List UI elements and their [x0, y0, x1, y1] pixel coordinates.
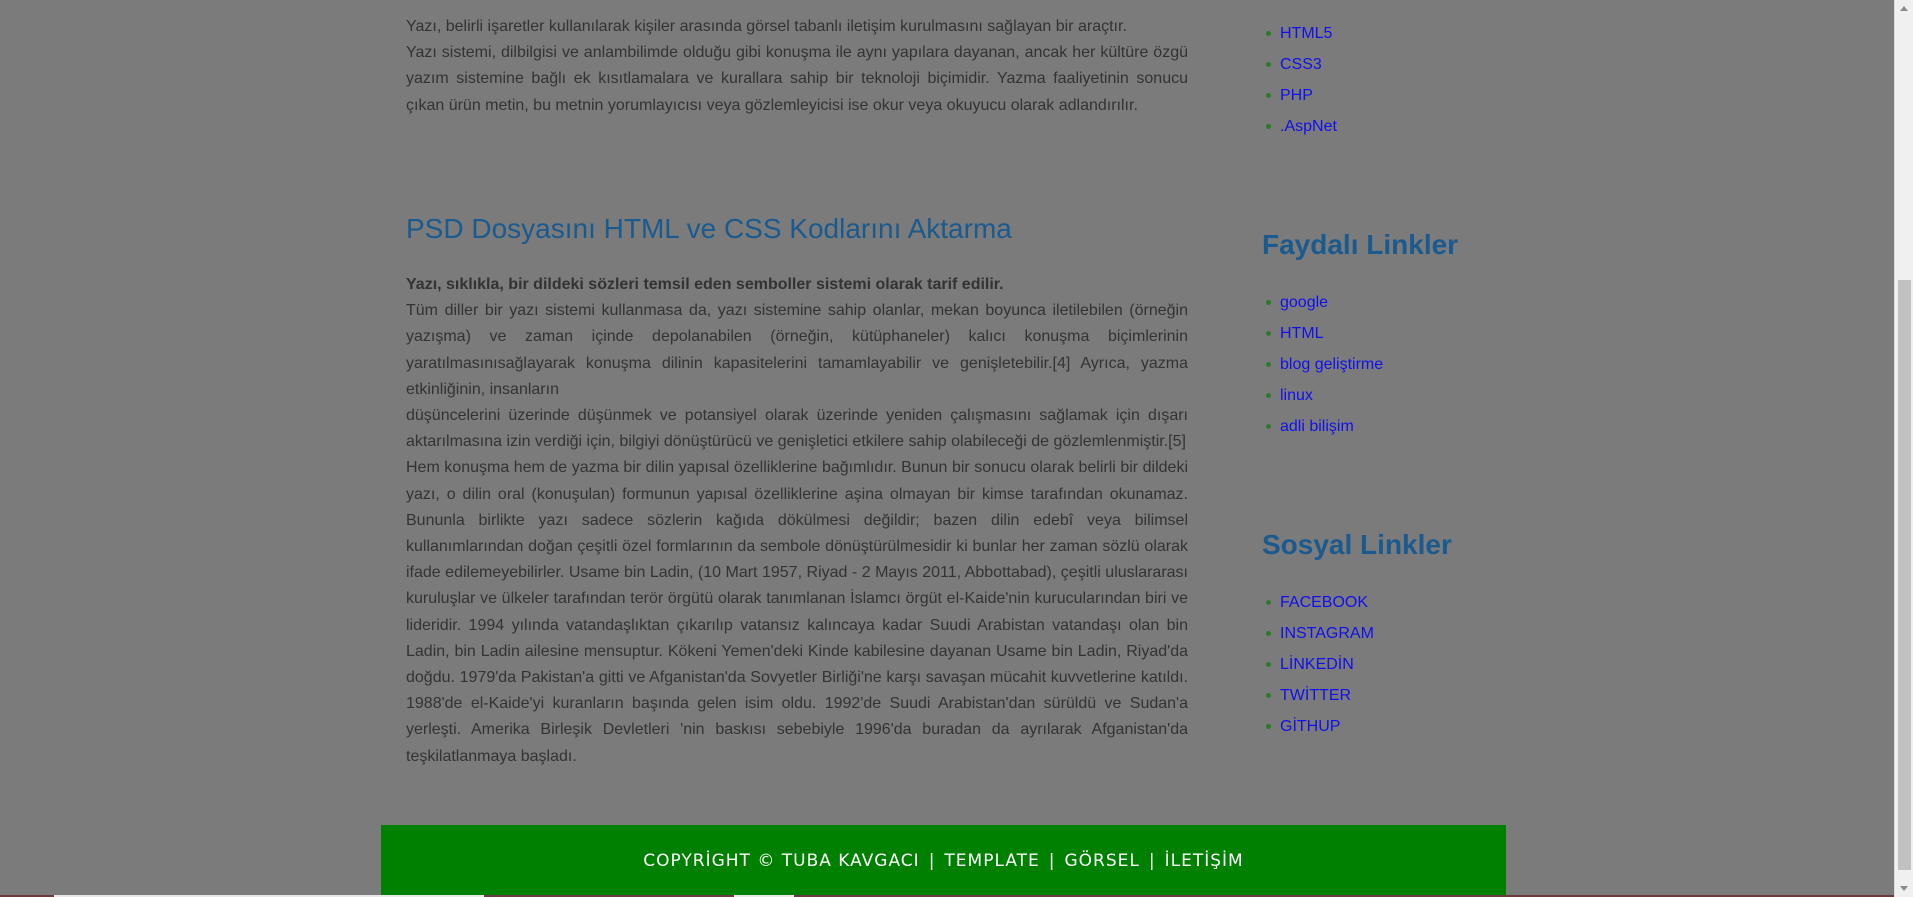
list-item: LİNKEDİN — [1262, 649, 1374, 680]
bullet-icon — [1266, 124, 1271, 129]
list-item: PHP — [1262, 80, 1337, 111]
useful-link-adli-bilisim[interactable]: adli bilişim — [1280, 418, 1354, 435]
footer-separator: | — [1148, 851, 1156, 871]
bullet-icon — [1266, 31, 1271, 36]
topic-links-list: HTML5 CSS3 PHP .AspNet — [1262, 18, 1337, 142]
list-item: google — [1262, 287, 1383, 318]
footer-link-iletisim[interactable]: İLETİŞİM — [1165, 851, 1244, 871]
list-item: adli bilişim — [1262, 411, 1383, 442]
social-link-github[interactable]: GİTHUP — [1280, 718, 1340, 735]
bullet-icon — [1266, 600, 1271, 605]
list-item: INSTAGRAM — [1262, 618, 1374, 649]
social-links-list: FACEBOOK INSTAGRAM LİNKEDİN TWİTTER GİTH… — [1262, 587, 1374, 742]
social-link-instagram[interactable]: INSTAGRAM — [1280, 625, 1374, 642]
bullet-icon — [1266, 300, 1271, 305]
article-paragraph: Hem konuşma hem de yazma bir dilin yapıs… — [406, 459, 1188, 765]
bullet-icon — [1266, 62, 1271, 67]
scroll-up-arrow-icon[interactable] — [1900, 6, 1908, 11]
list-item: GİTHUP — [1262, 711, 1374, 742]
topic-link-css3[interactable]: CSS3 — [1280, 56, 1322, 73]
bullet-icon — [1266, 393, 1271, 398]
social-link-facebook[interactable]: FACEBOOK — [1280, 594, 1368, 611]
scroll-down-arrow-icon[interactable] — [1900, 886, 1908, 891]
vertical-scrollbar[interactable] — [1894, 0, 1913, 897]
social-link-linkedin[interactable]: LİNKEDİN — [1280, 656, 1354, 673]
bullet-icon — [1266, 662, 1271, 667]
useful-link-linux[interactable]: linux — [1280, 387, 1313, 404]
social-links-heading: Sosyal Linkler — [1262, 529, 1452, 560]
scroll-thumb[interactable] — [1898, 280, 1911, 870]
article-paragraph: Tüm diller bir yazı sistemi kullanmasa d… — [406, 302, 1188, 398]
list-item: HTML — [1262, 318, 1383, 349]
social-link-twitter[interactable]: TWİTTER — [1280, 687, 1351, 704]
article-body: Yazı, sıklıkla, bir dildeki sözleri tems… — [406, 272, 1188, 770]
article-lead: Yazı, sıklıkla, bir dildeki sözleri tems… — [406, 276, 1004, 293]
useful-link-google[interactable]: google — [1280, 294, 1328, 311]
bullet-icon — [1266, 362, 1271, 367]
bullet-icon — [1266, 331, 1271, 336]
footer-link-template[interactable]: TEMPLATE — [944, 851, 1039, 871]
list-item: blog geliştirme — [1262, 349, 1383, 380]
intro-paragraph: Yazı, belirli işaretler kullanılarak kiş… — [406, 18, 1127, 35]
topic-link-html5[interactable]: HTML5 — [1280, 25, 1332, 42]
list-item: FACEBOOK — [1262, 587, 1374, 618]
article-paragraph: düşüncelerini üzerinde düşünmek ve potan… — [406, 407, 1188, 451]
footer-link-gorsel[interactable]: GÖRSEL — [1065, 851, 1140, 871]
list-item: CSS3 — [1262, 49, 1337, 80]
bullet-icon — [1266, 724, 1271, 729]
bullet-icon — [1266, 693, 1271, 698]
useful-link-blog[interactable]: blog geliştirme — [1280, 356, 1383, 373]
bullet-icon — [1266, 93, 1271, 98]
useful-link-html[interactable]: HTML — [1280, 325, 1324, 342]
list-item: .AspNet — [1262, 111, 1337, 142]
bullet-icon — [1266, 424, 1271, 429]
topic-link-php[interactable]: PHP — [1280, 87, 1313, 104]
list-item: HTML5 — [1262, 18, 1337, 49]
footer-separator: | — [928, 851, 936, 871]
list-item: TWİTTER — [1262, 680, 1374, 711]
useful-links-heading: Faydalı Linkler — [1262, 229, 1459, 260]
article-title: PSD Dosyasını HTML ve CSS Kodlarını Akta… — [406, 213, 1012, 244]
useful-links-list: google HTML blog geliştirme linux adli b… — [1262, 287, 1383, 442]
list-item: linux — [1262, 380, 1383, 411]
topic-link-aspnet[interactable]: .AspNet — [1280, 118, 1337, 135]
footer: COPYRİGHT © TUBA KAVGACI | TEMPLATE | GÖ… — [381, 825, 1506, 897]
copyright-text: COPYRİGHT © TUBA KAVGACI — [643, 851, 920, 871]
footer-separator: | — [1048, 851, 1056, 871]
main-content: Yazı, belirli işaretler kullanılarak kiş… — [406, 14, 1188, 765]
intro-paragraph: Yazı sistemi, dilbilgisi ve anlambilimde… — [406, 44, 1188, 114]
bullet-icon — [1266, 631, 1271, 636]
